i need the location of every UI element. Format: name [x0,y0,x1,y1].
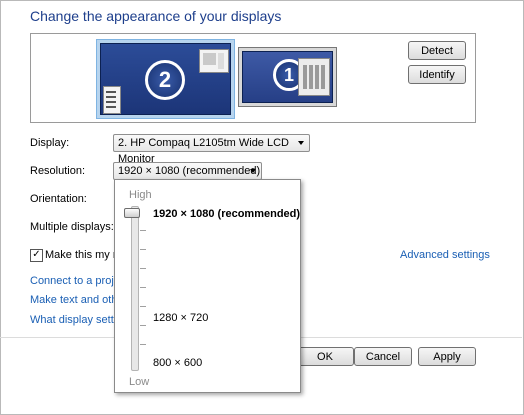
window-thumbnail-icon [199,49,229,73]
ok-button[interactable]: OK [296,347,354,366]
resolution-label: Resolution: [30,165,86,177]
display-select[interactable]: 2. HP Compaq L2105tm Wide LCD Monitor [113,134,310,165]
slider-option-1280[interactable]: 1280 × 720 [153,312,208,324]
slider-tick [140,249,146,250]
advanced-settings-link[interactable]: Advanced settings [400,249,490,261]
resolution-select[interactable]: 1920 × 1080 (recommended) [113,162,262,180]
slider-option-800[interactable]: 800 × 600 [153,357,202,369]
window-thumbnail-icon [298,58,330,96]
monitor-1-preview[interactable]: 1 [238,47,337,107]
main-display-checkbox[interactable]: ✓ [30,249,43,262]
monitor-2-preview[interactable]: 2 [96,39,235,119]
resolution-select-value: 1920 × 1080 (recommended) [118,165,261,177]
orientation-label: Orientation: [30,193,87,205]
slider-tick [140,325,146,326]
slider-tick [140,230,146,231]
slider-option-1920[interactable]: 1920 × 1080 (recommended) [153,208,300,220]
chevron-down-icon [250,169,256,173]
resolution-slider-track[interactable] [131,206,139,371]
slider-low-label: Low [129,376,150,388]
apply-button[interactable]: Apply [418,347,476,366]
window-thumbnail-icon [103,86,121,114]
display-label: Display: [30,137,70,149]
chevron-down-icon [298,141,304,145]
slider-high-label: High [129,189,152,201]
monitor-2-screen: 2 [100,43,231,115]
identify-button[interactable]: Identify [408,65,466,84]
slider-tick [140,287,146,288]
text-size-link[interactable]: Make text and other [30,294,127,306]
page-title: Change the appearance of your displays [30,8,282,24]
detect-button[interactable]: Detect [408,41,466,60]
connect-projector-link[interactable]: Connect to a projec [30,275,125,287]
monitor-2-number: 2 [145,60,185,100]
slider-tick [140,344,146,345]
slider-tick [140,306,146,307]
monitor-1-screen: 1 [242,51,333,103]
multiple-displays-label: Multiple displays: [30,221,114,233]
slider-tick [140,268,146,269]
resolution-slider-thumb[interactable] [124,208,140,218]
cancel-button[interactable]: Cancel [354,347,412,366]
